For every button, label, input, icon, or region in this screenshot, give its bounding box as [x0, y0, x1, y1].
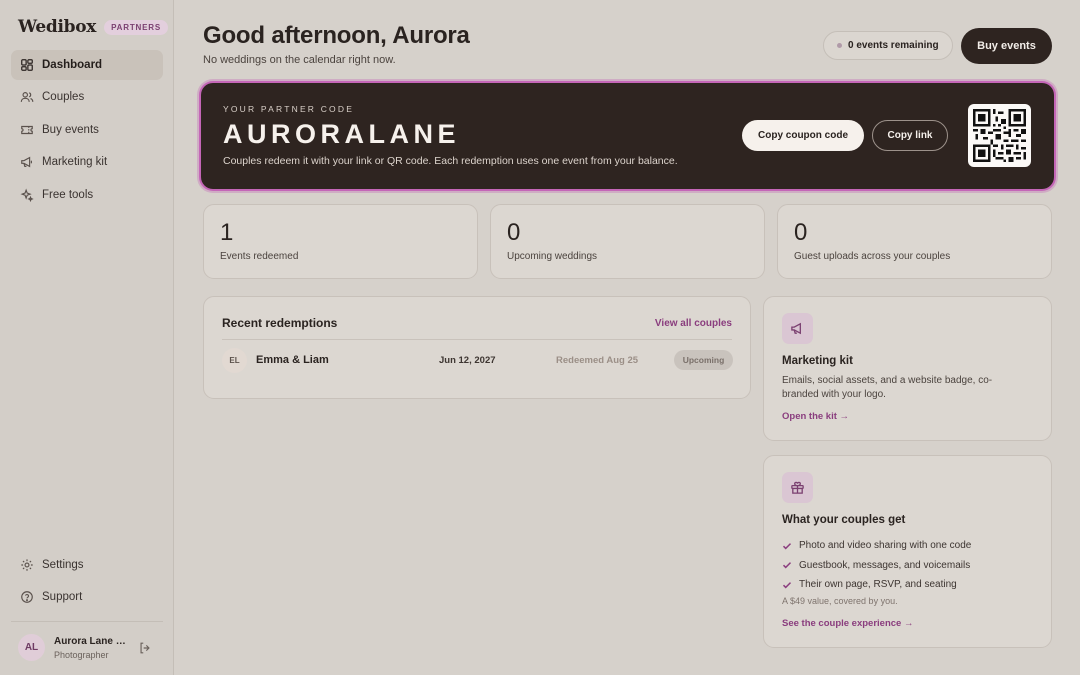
partners-badge: PARTNERS	[104, 19, 168, 35]
status-badge: Upcoming	[674, 350, 733, 370]
logout-icon[interactable]	[138, 641, 152, 655]
wedibox-logo[interactable]: Wedibox	[18, 17, 96, 37]
sidebar: Wedibox PARTNERS Dashboard Couples Buy e…	[0, 0, 174, 675]
marketing-kit-title: Marketing kit	[782, 355, 853, 367]
sidebar-item-marketing-kit[interactable]: Marketing kit	[11, 147, 163, 177]
partner-code-card: YOUR PARTNER CODE AURORALANE Couples red…	[201, 83, 1054, 189]
marketing-kit-description: Emails, social assets, and a website bad…	[782, 375, 993, 400]
stat-events-redeemed: 1 Events redeemed	[203, 204, 478, 279]
stat-value: 0	[794, 219, 808, 246]
user-role: Photographer	[54, 649, 109, 660]
couple-name: Emma & Liam	[256, 354, 329, 366]
qr-code[interactable]	[968, 104, 1031, 167]
users-icon	[20, 92, 34, 103]
stat-label: Events redeemed	[220, 251, 299, 262]
recent-redemptions-card: Recent redemptions View all couples EL E…	[203, 296, 751, 399]
brand: Wedibox PARTNERS	[18, 17, 168, 37]
user-info: Aurora Lane P... Photographer	[54, 636, 128, 660]
view-all-couples-link[interactable]: View all couples	[655, 318, 732, 329]
feature-text: Guestbook, messages, and voicemails	[799, 559, 971, 571]
check-icon	[782, 562, 792, 569]
list-item: Their own page, RSVP, and seating	[782, 575, 971, 595]
open-kit-link[interactable]: Open the kit →	[782, 411, 849, 422]
stat-guest-uploads: 0 Guest uploads across your couples	[777, 204, 1052, 279]
check-icon	[782, 542, 792, 550]
marketing-icon-tile	[782, 313, 813, 344]
features-list: Photo and video sharing with one code Gu…	[782, 536, 971, 595]
redeemed-date: Redeemed Aug 25	[556, 355, 639, 366]
sidebar-item-label: Support	[42, 591, 83, 604]
couples-get-card: What your couples get Photo and video sh…	[763, 455, 1052, 648]
events-remaining-badge: 0 events remaining	[823, 31, 953, 60]
sidebar-item-buy-events[interactable]: Buy events	[11, 115, 163, 145]
user-profile[interactable]: AL Aurora Lane P... Photographer	[11, 621, 163, 669]
megaphone-icon	[791, 322, 801, 335]
feature-text: Their own page, RSVP, and seating	[799, 579, 957, 591]
partner-code-kicker: YOUR PARTNER CODE	[223, 104, 355, 114]
recent-redemptions-title: Recent redemptions	[222, 316, 338, 330]
sidebar-bottom-nav: Settings Support	[11, 550, 163, 615]
feature-text: Photo and video sharing with one code	[799, 540, 972, 552]
stat-label: Upcoming weddings	[507, 251, 598, 262]
ticket-icon	[21, 125, 33, 134]
stat-value: 1	[220, 219, 234, 246]
stat-upcoming-weddings: 0 Upcoming weddings	[490, 204, 765, 279]
stat-value: 0	[507, 219, 521, 246]
list-item: Guestbook, messages, and voicemails	[782, 556, 971, 576]
sidebar-item-free-tools[interactable]: Free tools	[11, 180, 163, 210]
copy-coupon-code-button[interactable]: Copy coupon code	[742, 120, 864, 151]
sidebar-item-label: Dashboard	[42, 59, 103, 71]
gear-icon	[21, 559, 33, 571]
events-remaining-label: 0 events remaining	[848, 40, 939, 51]
see-couple-experience-link[interactable]: See the couple experience →	[782, 618, 913, 629]
help-icon	[21, 591, 33, 604]
gift-icon	[791, 481, 804, 494]
sidebar-item-label: Couples	[42, 91, 85, 104]
avatar: AL	[18, 634, 45, 661]
status-dot	[837, 43, 842, 48]
copy-link-button[interactable]: Copy link	[872, 120, 948, 151]
sidebar-item-label: Marketing kit	[42, 156, 108, 169]
sidebar-item-couples[interactable]: Couples	[11, 82, 163, 112]
qr-code-icon	[973, 109, 1026, 162]
buy-events-button[interactable]: Buy events	[961, 28, 1052, 64]
marketing-kit-card: Marketing kit Emails, social assets, and…	[763, 296, 1052, 441]
check-icon	[782, 581, 792, 589]
sidebar-item-label: Settings	[42, 559, 84, 571]
dashboard-icon	[21, 59, 33, 71]
list-item: Photo and video sharing with one code	[782, 536, 971, 556]
value-note: A $49 value, covered by you.	[782, 596, 898, 606]
sidebar-nav: Dashboard Couples Buy events Marketing k…	[11, 50, 163, 212]
couple-avatar: EL	[222, 348, 247, 373]
divider	[222, 339, 732, 340]
couples-get-title: What your couples get	[782, 514, 906, 526]
stat-label: Guest uploads across your couples	[794, 251, 951, 262]
page-title: Good afternoon, Aurora	[203, 22, 470, 49]
partner-code-value: AURORALANE	[223, 119, 460, 149]
partner-code-description: Couples redeem it with your link or QR c…	[223, 155, 678, 167]
sidebar-item-label: Buy events	[42, 123, 99, 136]
sidebar-item-settings[interactable]: Settings	[11, 550, 163, 580]
wedding-date: Jun 12, 2027	[439, 355, 496, 366]
user-name: Aurora Lane P...	[54, 635, 128, 647]
sidebar-item-label: Free tools	[42, 188, 94, 201]
megaphone-icon	[21, 156, 32, 168]
sidebar-item-dashboard[interactable]: Dashboard	[11, 50, 163, 80]
page-subtitle: No weddings on the calendar right now.	[203, 54, 396, 66]
sparkles-icon	[20, 188, 34, 202]
sidebar-item-support[interactable]: Support	[11, 582, 163, 612]
gift-icon-tile	[782, 472, 813, 503]
